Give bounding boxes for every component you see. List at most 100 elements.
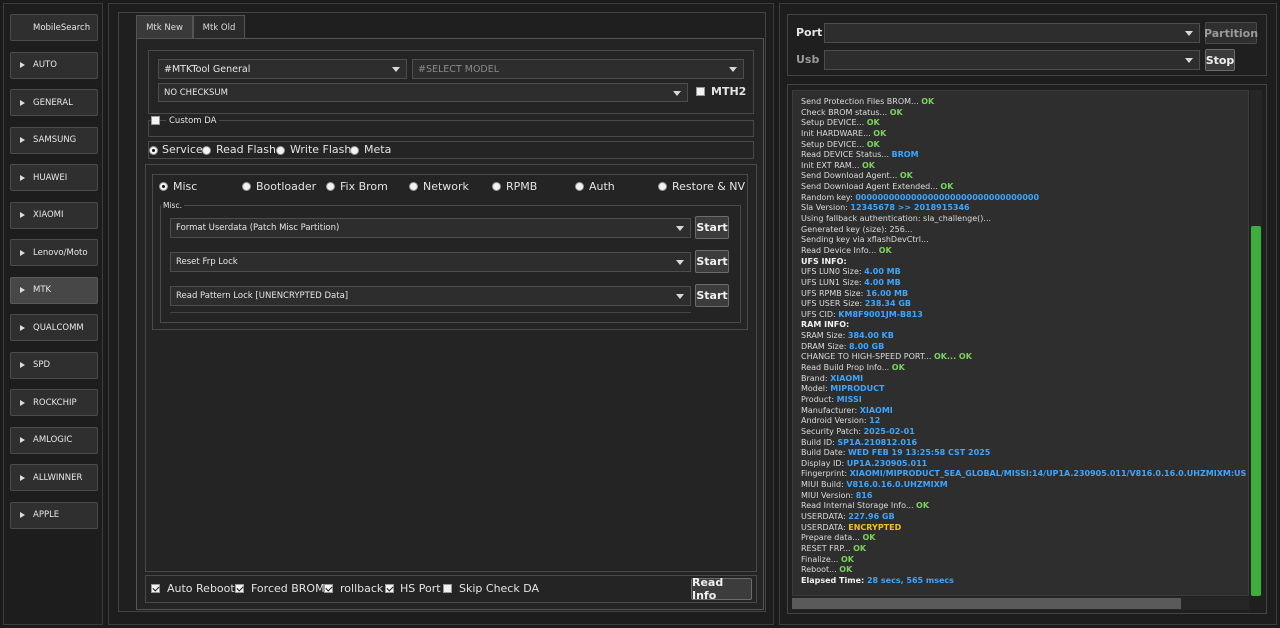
log-line: Reboot... OK [801,565,1246,576]
sidebar-item-lenovo-moto[interactable]: Lenovo/Moto [10,239,98,266]
mode-radio-meta[interactable] [350,146,359,155]
log-segment: 16.00 MB [865,288,909,298]
misc-option-select-2[interactable]: Reset Frp Lock [170,252,691,272]
mode-radio-service[interactable] [149,146,158,155]
sidebar-item-auto[interactable]: AUTO [10,51,98,79]
tab-mtk-old[interactable]: Mtk Old [193,15,245,39]
log-segment: V816.0.16.0.UHZMIXM [846,480,948,490]
log-segment: RESET FRP... [801,543,854,553]
start-button-read-pattern[interactable]: Start [695,284,729,307]
sidebar-item-label: AUTO [33,60,57,70]
rollback-checkbox[interactable] [324,584,333,593]
log-segment: 384.00 KB [847,331,894,341]
chevron-down-icon [392,67,400,72]
log-segment: Read Internal Storage Info... [801,501,917,511]
stop-button[interactable]: Stop [1205,49,1235,71]
sidebar-item-amlogic[interactable]: AMLOGIC [10,426,98,454]
log-segment: UP1A.230905.011 [846,458,928,468]
forced-brom-checkbox[interactable] [235,584,244,593]
log-line: UFS USER Size: 238.34 GB [801,299,1246,310]
sidebar-item-mtk[interactable]: MTK [10,276,98,304]
mode-radio-write-flash[interactable] [276,146,285,155]
subtab-label-fix-brom: Fix Brom [340,180,388,193]
subtab-radio-restore-nv[interactable] [658,182,667,191]
read-info-label: Read Info [692,576,724,602]
log-segment: Finalize... [801,554,841,564]
start-button-label: Start [696,255,728,268]
sidebar-item-label: ALLWINNER [33,472,83,483]
log-line: Init HARDWARE... OK [801,129,1246,140]
misc-option-select-3[interactable]: Read Pattern Lock [UNENCRYPTED Data] [170,286,691,306]
subtab-radio-auth[interactable] [575,182,584,191]
sidebar-item-rockchip[interactable]: ROCKCHIP [10,389,98,416]
log-segment: UFS RPMB Size: [801,288,866,298]
hs-port-checkbox[interactable] [385,584,394,593]
sidebar-item-samsung[interactable]: SAMSUNG [10,126,98,154]
log-output[interactable]: Send Protection Files BROM... OK Check BR… [792,90,1249,596]
sidebar-item-allwinner[interactable]: ALLWINNER [10,464,98,491]
log-vertical-scroll-thumb[interactable] [1251,226,1261,596]
sidebar: MobileSearch AUTO GENERAL SAMSUNG HUAWEI… [3,3,103,625]
log-segment: ENCRYPTED [848,522,902,532]
custom-da-checkbox[interactable] [151,116,160,125]
log-segment: OK [899,171,913,181]
log-horizontal-scroll-thumb[interactable] [792,598,1181,609]
log-segment: Send Download Agent... [801,171,900,181]
log-segment: Init HARDWARE... [801,128,874,138]
sidebar-item-general[interactable]: GENERAL [10,89,98,116]
tool-select[interactable]: #MTKTool General [158,59,407,79]
sidebar-item-apple[interactable]: APPLE [10,501,98,529]
chevron-down-icon [676,260,684,265]
log-segment: KM8F9001JM-B813 [838,309,923,319]
port-select[interactable] [824,23,1200,43]
subtab-radio-misc[interactable] [159,182,168,191]
log-segment: UFS LUN0 Size: [801,267,865,277]
partition-button[interactable]: Partition [1204,22,1258,44]
log-segment: Model: [801,384,831,394]
log-segment: Android Version: [801,416,870,426]
misc-option-select-1[interactable]: Format Userdata (Patch Misc Partition) [170,218,691,238]
log-segment: OK... OK [933,352,972,362]
auto-reboot-checkbox[interactable] [151,584,160,593]
skip-check-da-checkbox[interactable] [443,584,452,593]
mth2-checkbox[interactable] [696,87,705,96]
subtab-radio-network[interactable] [409,182,418,191]
tab-mtk-new[interactable]: Mtk New [136,15,193,39]
log-segment: 000000000000000000000000000000000 [855,192,1040,202]
sidebar-item-xiaomi[interactable]: XIAOMI [10,201,98,229]
model-select[interactable]: #SELECT MODEL [412,59,744,79]
sidebar-item-qualcomm[interactable]: QUALCOMM [10,314,98,341]
start-button-reset-frp[interactable]: Start [695,250,729,273]
mode-label-write-flash: Write Flash [290,143,352,156]
skip-check-da-label: Skip Check DA [459,582,540,595]
arrow-right-icon [20,474,25,481]
read-info-button[interactable]: Read Info [691,576,752,602]
log-line: Build ID: SP1A.210812.016 [801,438,1246,449]
log-line: UFS CID: KM8F9001JM-B813 [801,310,1246,321]
mode-radio-read-flash[interactable] [202,146,211,155]
start-button-format-userdata[interactable]: Start [695,216,729,239]
checksum-select[interactable]: NO CHECKSUM [158,83,688,102]
log-segment: MIPRODUCT [830,384,885,394]
log-line: Fingerprint: XIAOMI/MIPRODUCT_SEA_GLOBAL… [801,469,1246,480]
log-line: Read Build Prop Info... OK [801,363,1246,374]
log-segment: CHANGE TO HIGH-SPEED PORT... [801,352,934,362]
subtab-radio-bootloader[interactable] [242,182,251,191]
usb-select[interactable] [824,50,1200,70]
arrow-right-icon [20,249,25,256]
sidebar-item-mobilesearch[interactable]: MobileSearch [10,14,98,41]
sidebar-item-huawei[interactable]: HUAWEI [10,164,98,191]
log-segment: OK [873,128,887,138]
log-segment: Send Download Agent Extended... [801,182,941,192]
log-segment: Elapsed Time: [801,575,867,585]
log-segment: Check BROM status... [801,107,890,117]
log-segment: OK [889,107,903,117]
subtab-radio-rpmb[interactable] [492,182,501,191]
subtab-radio-fix-brom[interactable] [326,182,335,191]
arrow-right-icon [20,174,25,181]
sidebar-item-spd[interactable]: SPD [10,351,98,379]
chevron-down-icon [1185,58,1193,63]
log-segment: WED FEB 19 13:25:58 CST 2025 [847,448,991,458]
log-line: Brand: XIAOMI [801,374,1246,385]
log-segment: MIUI Build: [801,480,847,490]
